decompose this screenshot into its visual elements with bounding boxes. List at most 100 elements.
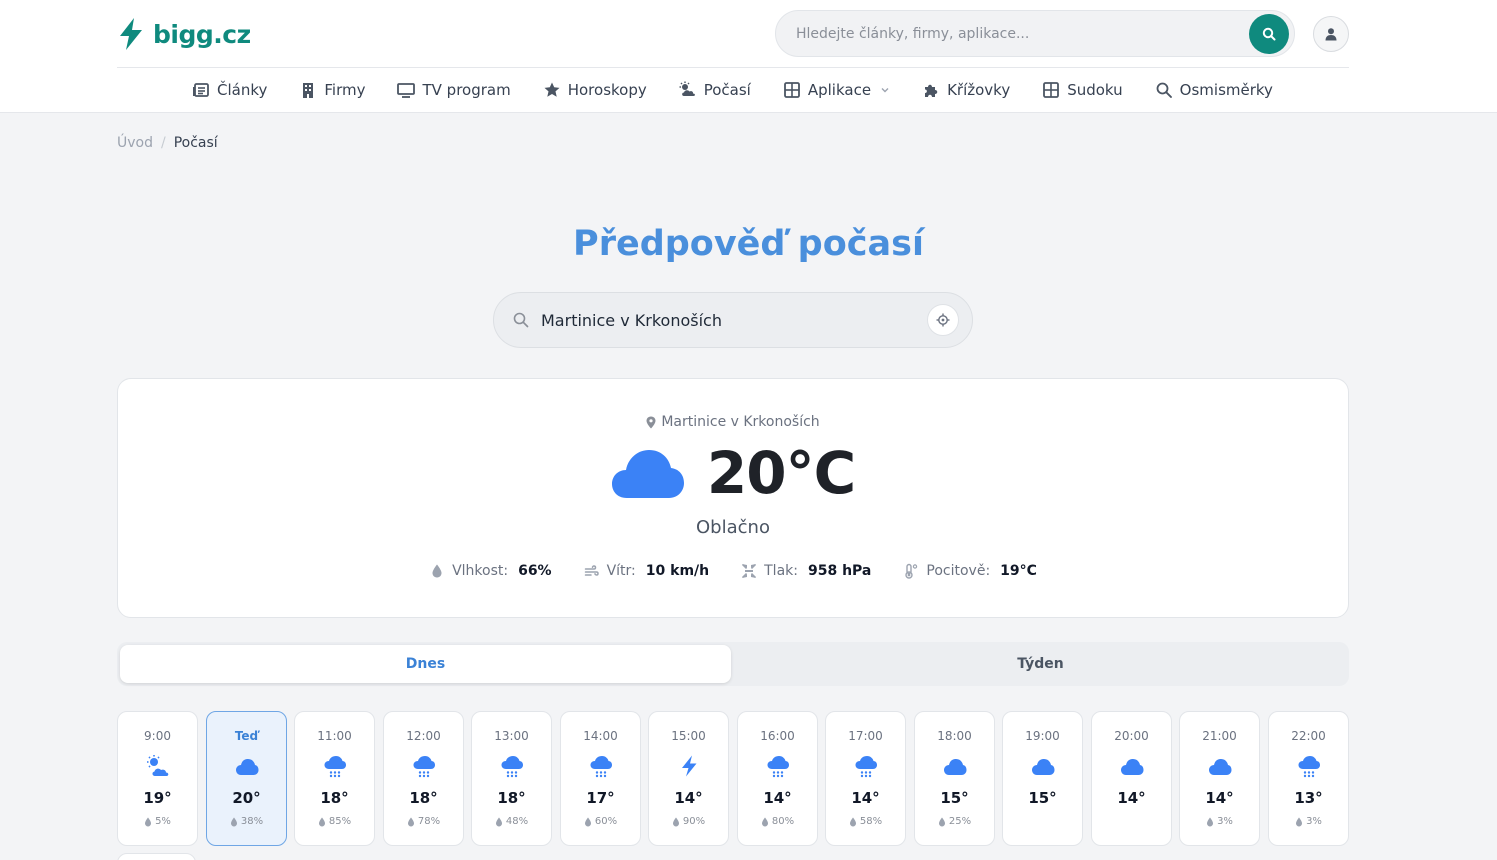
wind-icon — [584, 565, 599, 576]
hour-card[interactable]: 22:00 13° 3% — [1268, 711, 1349, 846]
hour-card[interactable]: Teď 20° 38% — [206, 711, 287, 846]
hour-time: 18:00 — [937, 729, 972, 743]
bolt-logo-icon — [120, 18, 142, 50]
droplet-icon — [672, 817, 679, 826]
compress-icon — [742, 563, 757, 579]
grid-icon — [1043, 82, 1060, 98]
stat-label: Vlhkost: — [452, 563, 509, 579]
stat-label: Vítr: — [606, 563, 636, 579]
city-search — [493, 292, 973, 348]
breadcrumb-separator: / — [160, 135, 166, 151]
hour-card[interactable]: 20:00 14° — [1091, 711, 1172, 846]
nav-label: TV program — [422, 81, 511, 99]
hour-card[interactable]: 13:00 18° 48% — [471, 711, 552, 846]
hour-precipitation: 90% — [649, 816, 728, 827]
cloud-sun-icon — [679, 81, 695, 96]
stat-pressure: Tlak: 958 hPa — [741, 563, 871, 579]
hour-card[interactable]: 9:00 19° 5% — [117, 711, 198, 846]
cloud-icon — [944, 759, 967, 775]
nav-item-krizovky[interactable]: Křížovky — [922, 81, 1010, 99]
nav-item-sudoku[interactable]: Sudoku — [1042, 81, 1123, 99]
cloud-rain-icon — [855, 756, 877, 778]
hour-card[interactable]: 11:00 18° 85% — [294, 711, 375, 846]
droplet-icon — [432, 564, 442, 578]
hour-time: 22:00 — [1291, 729, 1326, 743]
hour-card[interactable]: 18:00 15° 25% — [914, 711, 995, 846]
cloud-rain-icon — [501, 756, 523, 778]
hour-temperature: 14° — [851, 789, 880, 807]
hour-temperature: 15° — [940, 789, 969, 807]
current-weather-card: Martinice v Krkonoších 20°C Oblačno Vlhk… — [117, 378, 1349, 618]
precip-value: 48% — [505, 816, 529, 827]
hour-card[interactable]: 17:00 14° 58% — [825, 711, 906, 846]
hour-temperature: 18° — [409, 789, 438, 807]
tab-today[interactable]: Dnes — [120, 645, 731, 683]
nav-item-clanky[interactable]: Články — [192, 81, 267, 99]
precip-value: 78% — [417, 816, 441, 827]
hour-card[interactable]: 21:00 14° 3% — [1179, 711, 1260, 846]
nav-item-aplikace[interactable]: Aplikace — [783, 81, 890, 99]
precip-value: 5% — [155, 816, 171, 827]
hour-temperature: 13° — [1294, 789, 1323, 807]
precip-value: 85% — [328, 816, 352, 827]
cloud-rain-icon — [324, 756, 346, 778]
logo-text: bigg.cz — [153, 19, 251, 49]
hour-precipitation: 5% — [118, 816, 197, 827]
site-search-input[interactable] — [776, 25, 1249, 42]
nav-label: Osmisměrky — [1179, 81, 1273, 99]
hour-card[interactable]: 16:00 14° 80% — [737, 711, 818, 846]
precip-value: 60% — [594, 816, 618, 827]
page-title: Předpověď počasí — [573, 224, 924, 264]
hour-card[interactable]: 14:00 17° 60% — [560, 711, 641, 846]
hour-card[interactable]: 15:00 14° 90% — [648, 711, 729, 846]
hour-precipitation: 60% — [561, 816, 640, 827]
cloud-icon — [1209, 759, 1232, 775]
hour-time: 9:00 — [144, 729, 171, 743]
hour-temperature: 18° — [320, 789, 349, 807]
nav-item-tv-program[interactable]: TV program — [397, 81, 511, 99]
droplet-icon — [849, 817, 856, 826]
nav-item-horoskopy[interactable]: Horoskopy — [543, 81, 647, 99]
nav-item-firmy[interactable]: Firmy — [299, 81, 365, 99]
droplet-icon — [761, 817, 768, 826]
hour-time: 21:00 — [1202, 729, 1237, 743]
site-search-button[interactable] — [1249, 13, 1289, 54]
site-search — [775, 10, 1295, 57]
droplet-icon — [318, 817, 325, 826]
hour-time: Teď — [234, 729, 259, 743]
hour-time: 12:00 — [406, 729, 441, 743]
building-icon — [303, 83, 314, 98]
cloud-icon — [1032, 759, 1055, 775]
nav-item-osmismerky[interactable]: Osmisměrky — [1155, 81, 1273, 99]
thermometer-icon — [905, 563, 918, 579]
cloud-icon — [236, 759, 259, 775]
hour-time: 13:00 — [494, 729, 529, 743]
site-logo[interactable]: bigg.cz — [117, 16, 251, 52]
hour-time: 15:00 — [671, 729, 706, 743]
hour-card[interactable]: 12:00 18° 78% — [383, 711, 464, 846]
stat-label: Tlak: — [764, 563, 798, 579]
droplet-icon — [495, 817, 502, 826]
hour-precipitation: 85% — [295, 816, 374, 827]
sun-cloud-icon — [147, 755, 169, 776]
user-icon — [1325, 28, 1337, 41]
hour-time: 17:00 — [848, 729, 883, 743]
hour-card[interactable]: 19:00 15° — [1002, 711, 1083, 846]
chevron-down-icon — [881, 88, 889, 93]
user-account-button[interactable] — [1313, 16, 1349, 52]
droplet-icon — [1207, 817, 1214, 826]
breadcrumb-home-link[interactable]: Úvod — [117, 135, 153, 151]
forecast-tabs: Dnes Týden — [117, 642, 1349, 686]
hour-temperature: 15° — [1028, 789, 1057, 807]
nav-label: Počasí — [703, 81, 751, 99]
search-icon — [513, 312, 529, 328]
nav-item-pocasi[interactable]: Počasí — [679, 81, 751, 99]
hour-time: 16:00 — [760, 729, 795, 743]
locate-me-button[interactable] — [927, 304, 959, 336]
hour-card[interactable] — [117, 853, 196, 860]
hour-precipitation: 3% — [1269, 816, 1348, 827]
city-search-input[interactable] — [530, 310, 927, 330]
precip-value: 3% — [1217, 816, 1233, 827]
cloud-rain-icon — [590, 756, 612, 778]
tab-week[interactable]: Týden — [735, 645, 1346, 683]
